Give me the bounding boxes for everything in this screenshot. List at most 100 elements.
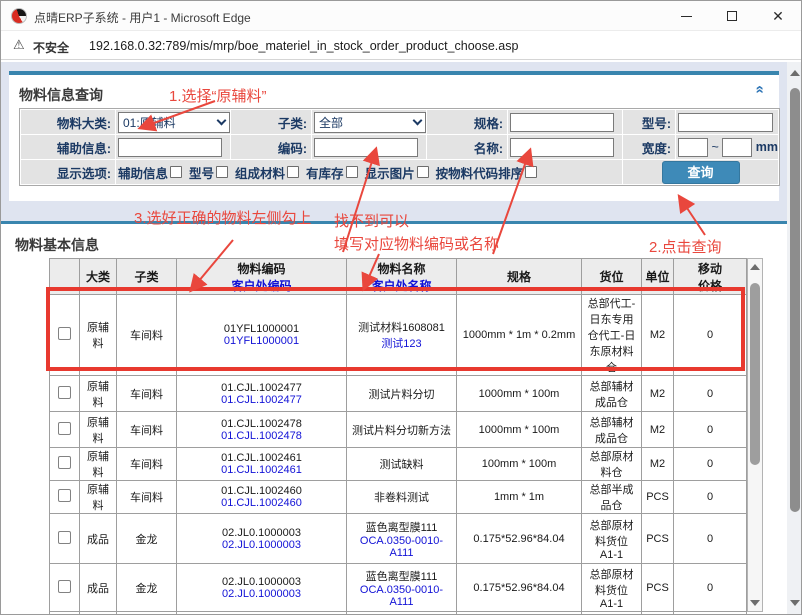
cell-category: 原辅料 (80, 412, 117, 448)
display-option-0: 辅助信息 (118, 163, 182, 182)
customer-name-link[interactable]: OCA.0350-0010-A111 (351, 535, 452, 559)
cell-price: 0 (674, 376, 747, 412)
customer-code-link[interactable]: 01.CJL.1002460 (181, 497, 342, 509)
material-name: 测试片料分切新方法 (351, 422, 452, 438)
width-from-input[interactable] (678, 138, 708, 157)
row-checkbox[interactable] (58, 531, 71, 544)
security-warning-label: 不安全 (33, 39, 69, 56)
material-code: 01.CJL.1002461 (181, 452, 342, 464)
customer-code-link[interactable]: 01YFL1000001 (181, 335, 342, 347)
cell-location: 总部辅材成品仓 (582, 376, 642, 412)
cell-price: 0 (674, 564, 747, 612)
cell-category: 原辅料 (80, 376, 117, 412)
url-text[interactable]: 192.168.0.32:789/mis/mrp/boe_materiel_in… (89, 39, 518, 53)
display-option-checkbox[interactable] (525, 166, 537, 178)
cell-unit: M2 (642, 412, 674, 448)
cell-price: 0 (674, 514, 747, 564)
display-option-label: 型号 (189, 163, 214, 182)
table-row-0: 原辅料车间料01YFL100000101YFL1000001测试材料160808… (50, 295, 747, 376)
cell-category (80, 612, 117, 615)
material-category-select[interactable]: 01:原辅料 (118, 112, 230, 133)
display-option-label: 辅助信息 (118, 163, 168, 182)
spec-input[interactable] (510, 113, 614, 132)
display-option-checkbox[interactable] (287, 166, 299, 178)
page-scroll-down-icon[interactable] (790, 600, 800, 606)
model-input[interactable] (678, 113, 773, 132)
cell-name: 蓝色离型膜111OCA.0350-0010-A111 (347, 514, 457, 564)
name-input[interactable] (510, 138, 614, 157)
cell-spec: 100mm * 100m (457, 448, 582, 481)
column-header-8: 移动价格 (674, 259, 747, 295)
display-options: 辅助信息型号组成材料有库存显示图片按物料代码排序 (116, 160, 622, 184)
customer-name-link[interactable]: 测试123 (351, 335, 452, 351)
subcategory-label: 子类: (231, 110, 311, 134)
customer-code-link[interactable]: 01.CJL.1002477 (181, 394, 342, 406)
cell-subcategory: 车间料 (117, 448, 177, 481)
customer-code-link[interactable]: 02.JL0.1000003 (181, 539, 342, 551)
cell-subcategory: 车间料 (117, 376, 177, 412)
row-checkbox[interactable] (58, 386, 71, 399)
table-row-5: 成品金龙02.JL0.100000302.JL0.1000003蓝色离型膜111… (50, 514, 747, 564)
width-label: 宽度: (623, 135, 675, 159)
search-button[interactable]: 查询 (662, 161, 740, 184)
page-scroll-up-icon[interactable] (790, 70, 800, 76)
browser-window: 点晴ERP子系统 - 用户1 - Microsoft Edge ✕ ⚠ 不安全 … (0, 0, 802, 615)
material-name: 测试片料分切 (351, 386, 452, 402)
aux-info-input[interactable] (118, 138, 222, 157)
row-checkbox[interactable] (58, 489, 71, 502)
display-option-label: 有库存 (306, 163, 344, 182)
width-to-input[interactable] (722, 138, 752, 157)
table-row-1: 原辅料车间料 01.CJL.100247701.CJL.1002477 测试片料分切… (50, 376, 747, 412)
close-icon: ✕ (772, 9, 784, 23)
cell-location: 总部原材料仓 (582, 448, 642, 481)
row-checkbox[interactable] (58, 580, 71, 593)
minimize-button[interactable] (663, 1, 709, 31)
row-checkbox[interactable] (58, 327, 71, 340)
row-checkbox[interactable] (58, 422, 71, 435)
scroll-up-icon[interactable] (750, 264, 760, 270)
window-title: 点晴ERP子系统 - 用户1 - Microsoft Edge (34, 9, 251, 26)
display-option-checkbox[interactable] (216, 166, 228, 178)
material-code: 01.CJL.1002460 (181, 485, 342, 497)
display-option-checkbox[interactable] (346, 166, 358, 178)
cell-name: 非卷料测试 (347, 481, 457, 514)
cell-location: 总部原材料货位 A1-1 (582, 564, 642, 612)
display-option-checkbox[interactable] (170, 166, 182, 178)
cell-code: 01.CJL.100246101.CJL.1002461 (177, 448, 347, 481)
cell-location: 总部原材料货位 A1-1 (582, 514, 642, 564)
row-checkbox[interactable] (58, 456, 71, 469)
customer-code-link[interactable]: 01.CJL.1002461 (181, 464, 342, 476)
cell-location: 总部辅材成品仓 (582, 412, 642, 448)
close-button[interactable]: ✕ (755, 1, 801, 31)
column-header-1: 大类 (80, 259, 117, 295)
display-option-1: 型号 (189, 163, 228, 182)
address-bar[interactable]: ⚠ 不安全 192.168.0.32:789/mis/mrp/boe_mater… (1, 31, 801, 60)
cell-unit: M2 (642, 295, 674, 376)
maximize-button[interactable] (709, 1, 755, 31)
column-header-2: 子类 (117, 259, 177, 295)
code-input[interactable] (314, 138, 418, 157)
subcategory-select[interactable]: 全部 (314, 112, 426, 133)
scroll-down-icon[interactable] (750, 600, 760, 606)
page-scrollbar-thumb[interactable] (790, 88, 800, 512)
column-header-0 (50, 259, 80, 295)
material-code: 01.CJL.1002477 (181, 382, 342, 394)
customer-code-link[interactable]: 02.JL0.1000003 (181, 588, 342, 600)
collapse-panel-icon[interactable]: » (750, 85, 767, 93)
display-options-label: 显示选项: (21, 160, 115, 184)
material-code: 02.JL0.1000003 (181, 576, 342, 588)
display-option-checkbox[interactable] (417, 166, 429, 178)
display-option-label: 按物料代码排序 (436, 163, 524, 182)
customer-code-link[interactable]: 01.CJL.1002478 (181, 430, 342, 442)
cell-spec: 1000mm * 1m * 0.2mm (457, 295, 582, 376)
model-label: 型号: (623, 110, 675, 134)
aux-info-label: 辅助信息: (21, 135, 115, 159)
table-scrollbar-thumb[interactable] (750, 283, 760, 465)
cell-unit: PCS (642, 564, 674, 612)
security-warning-icon[interactable]: ⚠ (13, 37, 25, 53)
page-scrollbar[interactable] (787, 62, 802, 615)
customer-name-link[interactable]: OCA.0350-0010-A111 (351, 584, 452, 608)
table-scrollbar[interactable] (747, 258, 763, 612)
cell-subcategory: 车间料 (117, 412, 177, 448)
table-row-2: 原辅料车间料01.CJL.100247801.CJL.1002478测试片料分切… (50, 412, 747, 448)
